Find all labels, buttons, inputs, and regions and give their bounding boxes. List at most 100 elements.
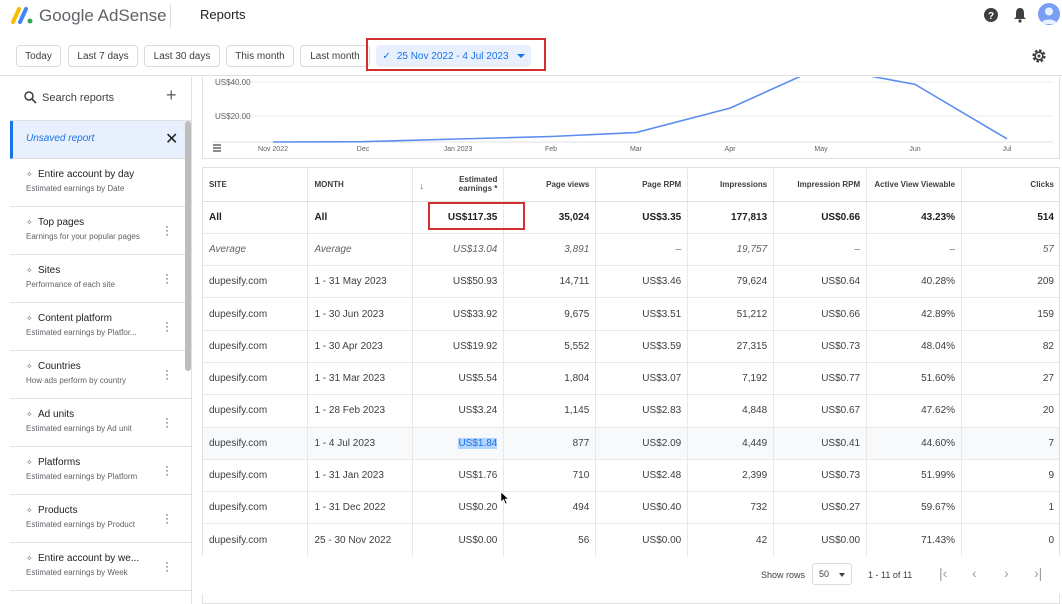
table-cell: dupesify.com <box>203 362 309 396</box>
first-page-icon[interactable]: |‹ <box>939 565 947 581</box>
table-cell: dupesify.com <box>203 427 309 460</box>
col-impressions[interactable]: Impressions <box>687 168 775 202</box>
table-cell: 177,813 <box>687 201 775 234</box>
y-tick-label: US$20.00 <box>215 112 251 121</box>
table-cell: 59.67% <box>866 491 963 525</box>
more-vert-icon[interactable]: · · · <box>164 268 170 288</box>
line-chart: US$40.00 US$20.00 Nov 2022 Dec Jan 2023 Feb Ma… <box>213 77 1053 153</box>
report-subtitle: Estimated earnings by Date <box>26 184 125 193</box>
chip-this-month[interactable]: This month <box>226 45 294 67</box>
col-month[interactable]: MONTH <box>307 168 414 202</box>
chip-last-30-days[interactable]: Last 30 days <box>144 45 220 67</box>
more-vert-icon[interactable]: · · · <box>164 220 170 240</box>
report-title-text: Entire account by we... <box>38 553 140 564</box>
cell-value: 1 - 31 Dec 2022 <box>314 502 386 514</box>
table-cell: – <box>866 233 963 267</box>
col-page-rpm[interactable]: Page RPM <box>595 168 689 202</box>
col-estimated-earnings[interactable]: ↓ Estimated earnings * <box>412 168 505 202</box>
user-avatar[interactable] <box>1038 3 1060 25</box>
chip-last-month[interactable]: Last month <box>300 45 370 67</box>
table-row[interactable]: dupesify.com 1 - 28 Feb 2023 US$3.24 1,145 U… <box>203 394 1059 428</box>
more-vert-icon[interactable]: · · · <box>164 316 170 336</box>
sidebar-report-item[interactable]: ✧ Ad units Estimated earnings by Ad unit · ·… <box>10 399 191 447</box>
cell-value: US$0.77 <box>821 373 861 385</box>
earnings-series-line <box>272 77 1008 143</box>
table-row[interactable]: dupesify.com 1 - 31 May 2023 US$50.93 14,71… <box>203 265 1059 299</box>
table-cell: US$0.64 <box>773 265 868 299</box>
cell-value: 1 - 4 Jul 2023 <box>314 437 376 449</box>
report-title: ✧ Top pages <box>26 217 84 228</box>
sidebar-scrollbar[interactable] <box>185 121 191 371</box>
col-page-views[interactable]: Page views <box>503 168 597 202</box>
search-reports[interactable]: Search reports + <box>10 77 191 121</box>
table-row[interactable]: dupesify.com 1 - 31 Mar 2023 US$5.54 1,804 U… <box>203 362 1059 396</box>
col-clicks[interactable]: Clicks <box>961 168 1059 202</box>
search-reports-label: Search reports <box>42 92 115 104</box>
date-filter-bar: Today Last 7 days Last 30 days This mont… <box>0 36 1062 76</box>
table-row[interactable]: dupesify.com 1 - 30 Jun 2023 US$33.92 9,675… <box>203 297 1059 331</box>
x-tick-label: Feb <box>545 146 557 153</box>
table-cell: – <box>595 233 689 267</box>
cell-value: US$0.00 <box>821 534 861 546</box>
col-active-view-viewable[interactable]: Active View Viewable <box>866 168 963 202</box>
table-row[interactable]: dupesify.com 1 - 4 Jul 2023 US$1.84 877 US$2… <box>203 427 1059 460</box>
cell-value: US$0.67 <box>821 405 861 417</box>
table-row[interactable]: dupesify.com 25 - 30 Nov 2022 US$0.00 56 US$… <box>203 523 1059 557</box>
rows-per-page-select[interactable]: 50 <box>812 563 852 585</box>
table-cell: 51.99% <box>866 459 963 493</box>
more-vert-icon[interactable]: · · · <box>164 364 170 384</box>
table-row[interactable]: dupesify.com 1 - 31 Dec 2022 US$0.20 494 US$… <box>203 491 1059 525</box>
table-cell: US$2.09 <box>595 427 689 460</box>
col-site[interactable]: SITE <box>203 168 309 202</box>
cell-value: 47.62% <box>921 405 956 417</box>
more-vert-icon[interactable]: · · · <box>164 508 170 528</box>
more-vert-icon[interactable]: · · · <box>164 412 170 432</box>
cell-value: 43.23% <box>921 211 956 223</box>
last-page-icon[interactable]: ›| <box>1034 565 1042 581</box>
average-row[interactable]: Average Average US$13.04 3,891 – 19,757 – – 57 <box>203 233 1059 267</box>
more-vert-icon[interactable]: · · · <box>164 460 170 480</box>
report-title-text: Top pages <box>38 217 85 228</box>
chip-last-7-days[interactable]: Last 7 days <box>68 45 138 67</box>
cell-value: dupesify.com <box>209 405 268 417</box>
total-row[interactable]: All All US$117.35 35,024 US$3.35 177,813 US$0.… <box>203 201 1059 234</box>
cell-value: 514 <box>1037 211 1054 223</box>
prev-page-icon[interactable]: ‹ <box>972 565 977 581</box>
sidebar-report-item[interactable]: ✧ Content platform Estimated earnings by P… <box>10 303 191 351</box>
sidebar-report-item[interactable]: ✧ Entire account by we... Estimated earnin… <box>10 543 191 591</box>
table-cell: 5,552 <box>503 330 597 363</box>
next-page-icon[interactable]: › <box>1004 565 1009 581</box>
help-icon[interactable]: ? <box>982 6 1000 24</box>
sidebar-report-item[interactable]: ✧ Countries How ads perform by country · · · <box>10 351 191 399</box>
report-subtitle: Estimated earnings by Platform <box>26 472 138 481</box>
table-row[interactable]: dupesify.com 1 - 30 Apr 2023 US$19.92 5,552… <box>203 330 1059 363</box>
date-range-selector[interactable]: ✓ 25 Nov 2022 - 4 Jul 2023 <box>376 45 531 67</box>
cell-value: US$33.92 <box>452 308 498 320</box>
table-cell: US$3.46 <box>595 265 689 299</box>
svg-text:?: ? <box>988 11 994 22</box>
add-report-icon[interactable]: + <box>166 85 177 106</box>
more-vert-icon[interactable]: · · · <box>164 556 170 576</box>
rows-per-page-value: 50 <box>819 569 830 579</box>
notifications-bell-icon[interactable] <box>1011 6 1029 24</box>
cell-value: 7,192 <box>742 373 768 385</box>
table-cell: US$0.73 <box>773 459 868 493</box>
table-cell: 4,848 <box>687 394 775 428</box>
table-cell: 19,757 <box>687 233 775 267</box>
settings-gear-icon[interactable] <box>1030 47 1048 65</box>
table-row[interactable]: dupesify.com 1 - 31 Jan 2023 US$1.76 710 US$… <box>203 459 1059 493</box>
table-cell: 1 <box>961 491 1059 525</box>
col-impression-rpm[interactable]: Impression RPM <box>773 168 868 202</box>
dropdown-caret-icon <box>516 54 525 58</box>
sidebar-report-item[interactable]: ✧ Platforms Estimated earnings by Platform… <box>10 447 191 495</box>
sidebar-report-item[interactable]: ✧ Top pages Earnings for your popular page… <box>10 207 191 255</box>
close-icon[interactable]: ✕ <box>165 129 178 149</box>
sidebar-report-item[interactable]: ✧ Products Estimated earnings by Product · ·… <box>10 495 191 543</box>
table-cell: 1 - 31 Dec 2022 <box>307 491 414 525</box>
report-title: ✧ Ad units <box>26 409 74 420</box>
chip-today[interactable]: Today <box>16 45 61 67</box>
sidebar-report-item[interactable]: ✧ Sites Performance of each site · · · <box>10 255 191 303</box>
sidebar-report-item[interactable]: ✧ Entire account by day Estimated earnings… <box>10 159 191 207</box>
unsaved-report-item[interactable]: Unsaved report ✕ <box>10 121 191 159</box>
table-cell: dupesify.com <box>203 297 309 331</box>
